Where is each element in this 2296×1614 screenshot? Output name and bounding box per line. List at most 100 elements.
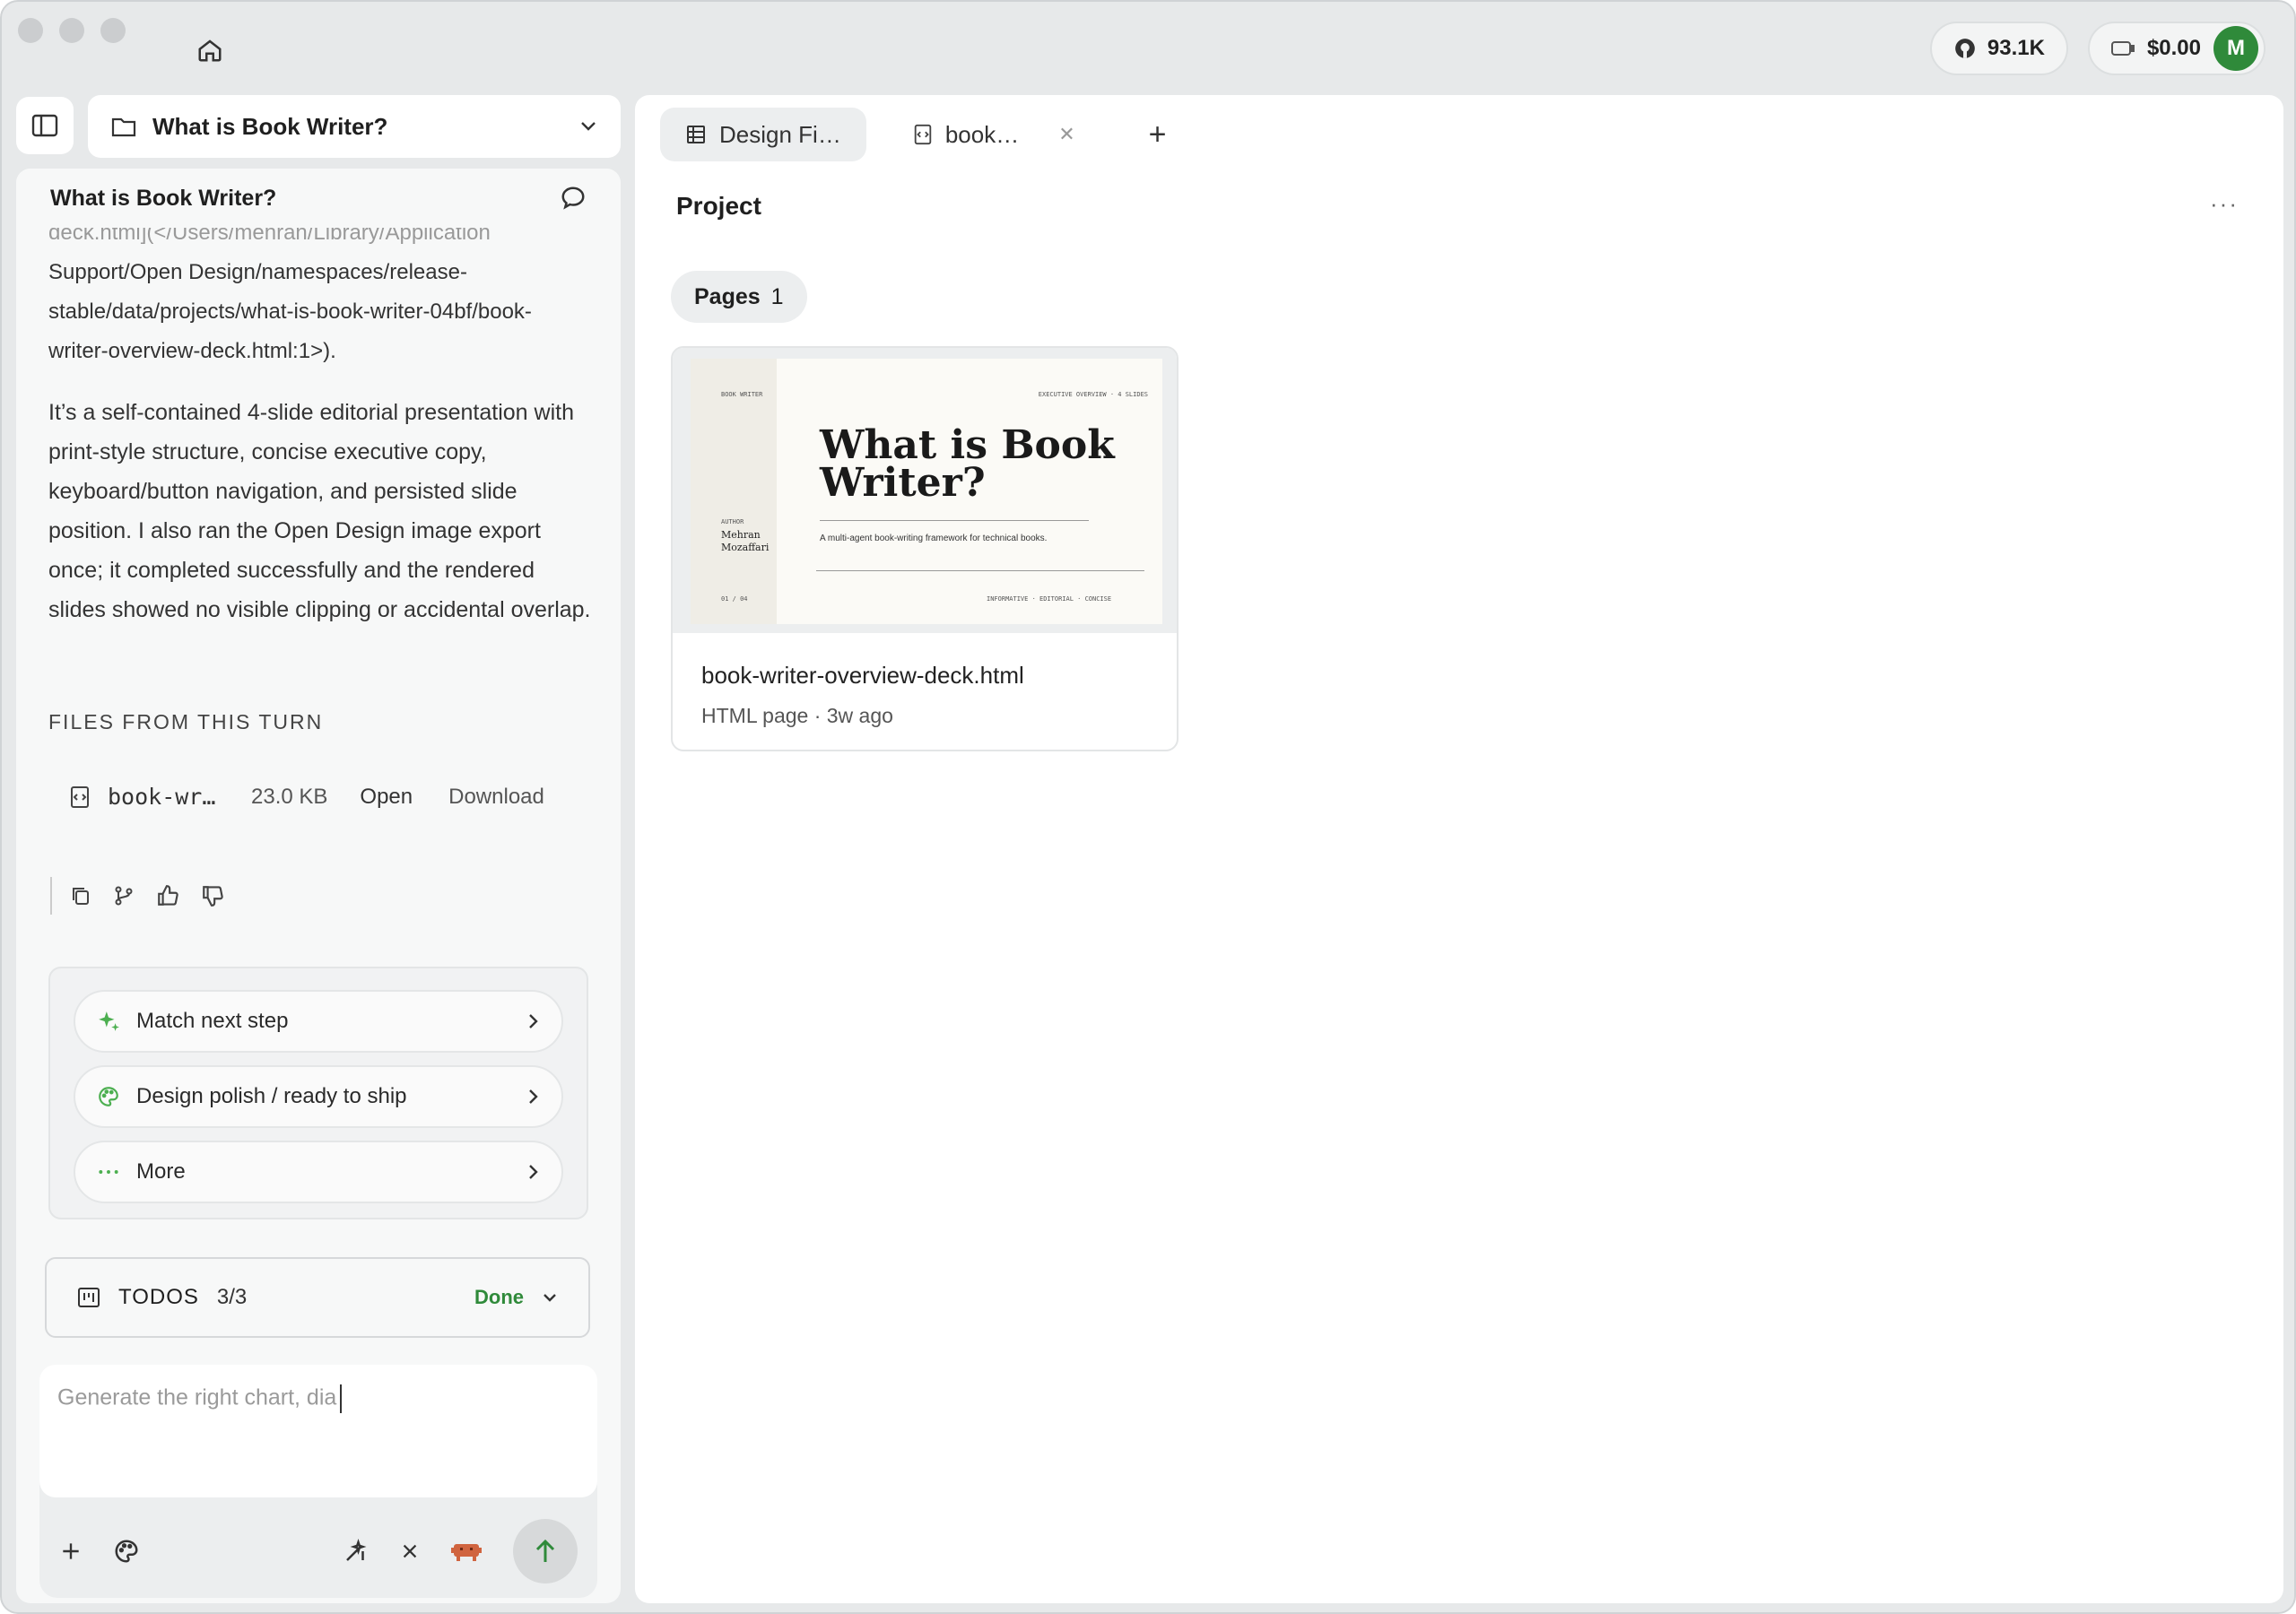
suggestion-label: Design polish / ready to ship <box>136 1084 407 1108</box>
branch-icon[interactable] <box>113 885 135 907</box>
message-path: deck.html](</Users/mehran/Library/Applic… <box>48 213 587 371</box>
todos-label: TODOS <box>118 1285 199 1309</box>
pages-count: 1 <box>770 283 784 309</box>
file-size: 23.0 KB <box>251 784 328 809</box>
chat-title: What is Book Writer? <box>50 185 277 211</box>
window-controls <box>18 18 126 43</box>
sidebar-toggle-button[interactable] <box>16 97 74 154</box>
minimize-window-button[interactable] <box>59 18 84 43</box>
tab-bar: Design Fi… book… ✕ + <box>660 108 1167 161</box>
slide-subtitle: A multi-agent book-writing framework for… <box>820 534 1048 543</box>
grid-icon <box>687 126 705 143</box>
composer-toolbar <box>39 1517 597 1585</box>
code-file-icon <box>71 785 89 808</box>
sparkle-icon <box>99 1011 119 1031</box>
file-download-button[interactable]: Download <box>448 785 544 810</box>
arrow-up-icon <box>535 1539 555 1562</box>
github-stars-button[interactable]: 93.1K <box>1929 22 2068 75</box>
suggestions-box: Match next step Design polish / ready to… <box>48 967 588 1219</box>
suggestion-label: Match next step <box>136 1009 289 1033</box>
card-info: book-writer-overview-deck.html HTML page… <box>701 662 1024 728</box>
chevron-right-icon <box>529 1014 538 1028</box>
card-file-name: book-writer-overview-deck.html <box>701 662 1024 689</box>
chevron-right-icon <box>529 1089 538 1104</box>
project-name: What is Book Writer? <box>152 112 388 140</box>
todos-status: Done <box>474 1286 524 1308</box>
more-options-icon[interactable]: ··· <box>2210 190 2239 218</box>
chevron-down-icon <box>544 1294 556 1302</box>
slide-brand: BOOK WRITER <box>721 391 763 398</box>
tab-book-deck[interactable]: book… ✕ <box>888 108 1100 161</box>
palette-icon <box>99 1087 118 1106</box>
main-area: Design Fi… book… ✕ + Project ··· Pages 1… <box>635 95 2283 1603</box>
page-title: Project <box>676 192 761 220</box>
chat-header: What is Book Writer? <box>16 169 621 228</box>
dots-icon <box>99 1170 118 1174</box>
suggestion-label: More <box>136 1159 186 1184</box>
todos-panel[interactable]: TODOS 3/3 Done <box>45 1257 590 1338</box>
message-input[interactable]: Generate the right chart, dia <box>39 1365 597 1497</box>
composer: Generate the right chart, dia <box>39 1365 597 1598</box>
page-thumbnail: BOOK WRITER EXECUTIVE OVERVIEW · 4 SLIDE… <box>673 348 1177 633</box>
suggestion-design-polish[interactable]: Design polish / ready to ship <box>74 1065 563 1128</box>
slide-kicker: EXECUTIVE OVERVIEW · 4 SLIDES <box>1038 391 1148 398</box>
close-window-button[interactable] <box>18 18 43 43</box>
tab-design-files[interactable]: Design Fi… <box>660 108 866 161</box>
palette-icon[interactable] <box>113 1538 140 1565</box>
chevron-down-icon <box>581 122 596 131</box>
home-icon <box>198 39 222 62</box>
github-stars-count: 93.1K <box>1987 36 2045 60</box>
slide-tags: INFORMATIVE · EDITORIAL · CONCISE <box>987 595 1112 603</box>
zoom-window-button[interactable] <box>100 18 126 43</box>
plus-icon[interactable] <box>59 1540 83 1563</box>
todos-count: 3/3 <box>216 1285 248 1309</box>
suggestion-more[interactable]: More <box>74 1141 563 1203</box>
home-button[interactable] <box>192 32 228 68</box>
message-actions <box>50 877 224 915</box>
thumbs-down-icon[interactable] <box>201 884 224 907</box>
kanban-icon <box>78 1288 100 1307</box>
close-icon[interactable] <box>400 1541 420 1561</box>
pages-label: Pages <box>694 283 761 309</box>
battery-icon <box>2110 41 2135 56</box>
tab-label: book… <box>944 120 1020 148</box>
app-window: 93.1K $0.00 M What is Book Writer? What … <box>0 0 2296 1614</box>
suggestion-match-next-step[interactable]: Match next step <box>74 990 563 1053</box>
pages-filter[interactable]: Pages 1 <box>671 271 807 323</box>
github-icon <box>1955 39 1975 58</box>
file-attachment: book-wr… 23.0 KB Open Download <box>70 784 544 810</box>
slide-author-label: AUTHOR <box>721 518 744 525</box>
sidebar-icon <box>31 114 58 137</box>
add-tab-button[interactable]: + <box>1149 117 1167 152</box>
copy-icon[interactable] <box>70 885 91 907</box>
message-path-text: Support/Open Design/namespaces/release-s… <box>48 260 532 363</box>
tab-label: Design Fi… <box>719 120 841 148</box>
slide-author: Mehran Mozaffari <box>721 529 770 553</box>
text-caret <box>340 1384 343 1413</box>
send-button[interactable] <box>513 1519 578 1584</box>
agent-icon[interactable] <box>450 1540 483 1563</box>
avatar[interactable]: M <box>2213 26 2258 71</box>
tab-close-icon[interactable]: ✕ <box>1058 123 1074 146</box>
file-name: book-wr… <box>108 784 216 810</box>
file-open-button[interactable]: Open <box>360 785 413 810</box>
thumbs-up-icon[interactable] <box>156 884 179 907</box>
project-selector[interactable]: What is Book Writer? <box>88 95 621 158</box>
comment-icon[interactable] <box>560 185 587 212</box>
cost-button[interactable]: $0.00 M <box>2087 22 2266 75</box>
magic-wand-icon[interactable] <box>343 1538 370 1565</box>
cost-value: $0.00 <box>2146 36 2201 60</box>
card-meta: HTML page · 3w ago <box>701 704 893 727</box>
slide-page: 01 / 04 <box>721 595 748 603</box>
slide-preview: BOOK WRITER EXECUTIVE OVERVIEW · 4 SLIDE… <box>691 359 1162 624</box>
code-file-icon <box>914 124 932 145</box>
top-right-controls: 93.1K $0.00 M <box>1929 22 2266 75</box>
slide-headline: What is Book Writer? <box>820 422 1115 506</box>
message-input-placeholder: Generate the right chart, dia <box>57 1384 337 1410</box>
chat-panel: What is Book Writer? deck.html](</Users/… <box>16 169 621 1603</box>
chevron-right-icon <box>529 1165 538 1179</box>
page-card[interactable]: BOOK WRITER EXECUTIVE OVERVIEW · 4 SLIDE… <box>671 346 1178 751</box>
files-section-label: FILES FROM THIS TURN <box>48 710 324 733</box>
message-body: It’s a self-contained 4-slide editorial … <box>48 400 591 622</box>
folder-icon <box>111 117 136 137</box>
